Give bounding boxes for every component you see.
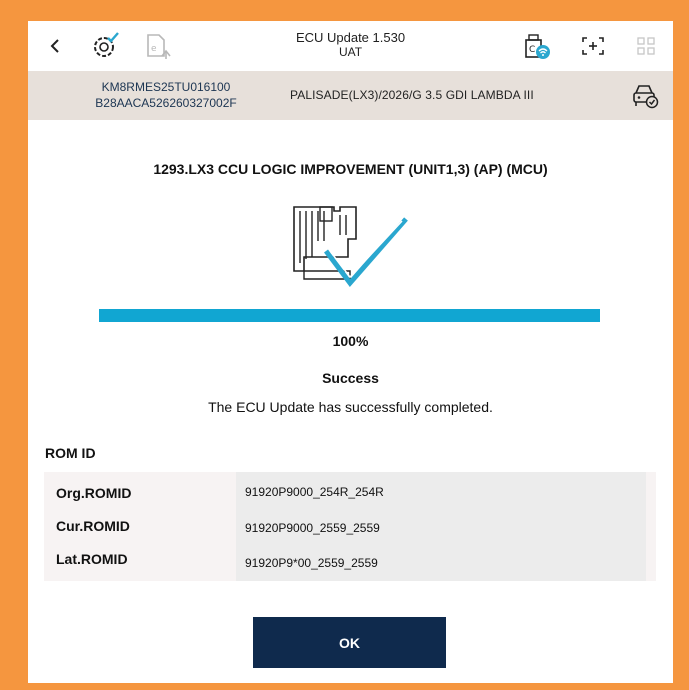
e-document-upload-icon: e	[147, 34, 171, 59]
rom-row-label: Cur.ROMID	[56, 518, 130, 534]
ok-button[interactable]: OK	[253, 617, 446, 668]
vin-number: KM8RMES25TU016100	[101, 80, 231, 94]
rom-row-value: 91920P9000_2559_2559	[245, 521, 380, 535]
rom-row-label: Org.ROMID	[56, 485, 132, 501]
vci-connection-button[interactable]: C	[520, 29, 554, 63]
software-code: B28AACA526260327002F	[95, 96, 237, 110]
vehicle-info-bar: KM8RMES25TU016100 B28AACA526260327002F P…	[28, 71, 673, 120]
ecu-update-screen: e ECU Update 1.530 UAT C KM8RMES25TU0161…	[28, 21, 673, 683]
back-button[interactable]	[38, 29, 72, 63]
car-check-icon	[633, 85, 659, 109]
grid-menu-icon	[637, 37, 655, 55]
diagnostic-check-icon	[94, 32, 119, 57]
rom-row-value: 91920P9000_254R_254R	[245, 485, 384, 499]
update-progress-bar	[99, 309, 600, 322]
app-title: ECU Update 1.530 UAT	[218, 30, 483, 60]
progress-fill	[99, 309, 600, 322]
progress-percent: 100%	[332, 333, 369, 349]
app-title-text: ECU Update 1.530	[295, 30, 406, 45]
diagnostic-button[interactable]	[88, 29, 122, 63]
ecu-success-icon	[293, 206, 408, 287]
rom-row-value: 91920P9*00_2559_2559	[245, 556, 378, 570]
top-app-bar: e ECU Update 1.530 UAT C	[28, 21, 673, 71]
ecu-success-illustration	[290, 201, 410, 296]
update-job-title: 1293.LX3 CCU LOGIC IMPROVEMENT (UNIT1,3)…	[153, 161, 548, 177]
app-environment: UAT	[338, 45, 363, 59]
vehicle-check-button[interactable]	[631, 83, 659, 114]
vehicle-identifiers: KM8RMES25TU016100 B28AACA526260327002F	[66, 79, 266, 111]
back-chevron-icon	[50, 39, 59, 53]
vci-wifi-icon: C	[525, 34, 550, 59]
screen-capture-button[interactable]	[576, 29, 610, 63]
grid-menu-button[interactable]	[629, 29, 663, 63]
svg-text:e: e	[151, 44, 157, 54]
rom-id-table: Org.ROMID 91920P9000_254R_254R Cur.ROMID…	[44, 472, 656, 581]
rom-id-header: ROM ID	[45, 445, 96, 461]
update-status: Success	[322, 370, 379, 386]
screen-capture-icon	[582, 37, 604, 55]
vehicle-model: PALISADE(LX3)/2026/G 3.5 GDI LAMBDA III	[290, 88, 534, 102]
rom-row-label: Lat.ROMID	[56, 551, 128, 567]
svg-text:C: C	[529, 45, 535, 55]
update-message: The ECU Update has successfully complete…	[208, 399, 493, 415]
e-upload-button[interactable]: e	[141, 29, 175, 63]
